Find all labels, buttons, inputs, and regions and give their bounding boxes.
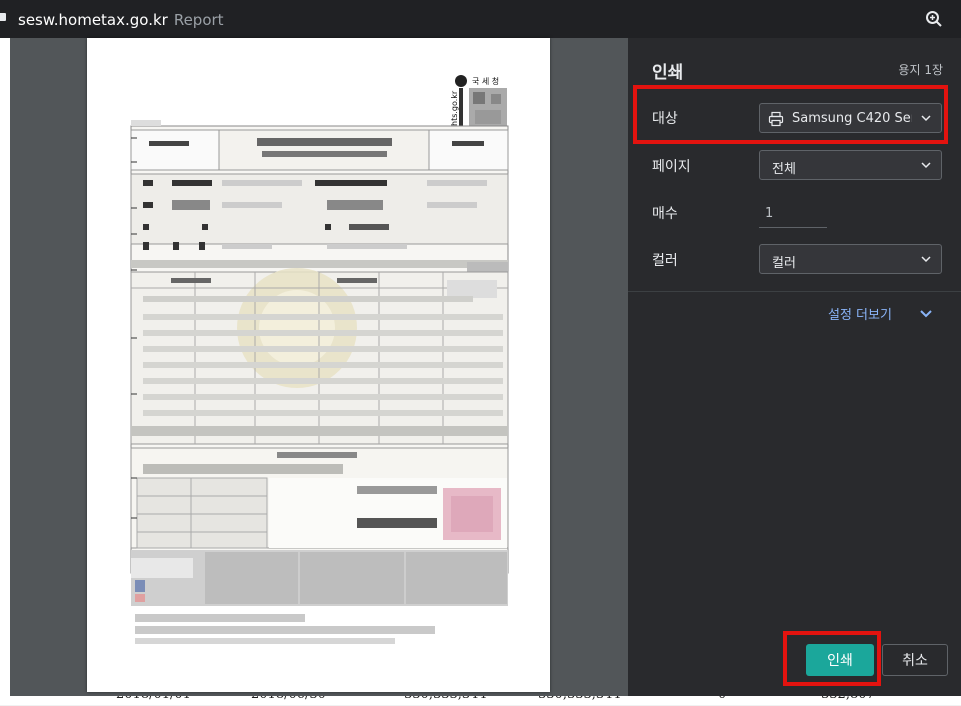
lock-icon [0,13,6,21]
destination-label: 대상 [652,111,678,127]
printer-icon [768,111,784,127]
address-text[interactable]: sesw.hometax.go.kr Report [18,11,224,29]
document-thumbnail: 국 세 청 hts.go.kr [130,75,509,644]
cancel-button[interactable]: 취소 [882,644,948,676]
print-button[interactable]: 인쇄 [806,644,874,676]
divider [628,291,961,292]
copies-value: 1 [765,206,774,221]
browser-bar: sesw.hometax.go.kr Report [0,0,961,38]
more-settings-link[interactable]: 설정 더보기 [828,304,892,323]
color-select[interactable]: 컬러 [759,244,942,274]
pages-select[interactable]: 전체 [759,150,942,180]
side-text: hts.go.kr [450,90,459,126]
zoom-icon[interactable] [925,10,943,28]
url-domain: sesw.hometax.go.kr [18,11,168,29]
destination-value: Samsung C420 Series [792,111,912,126]
expand-chevron-icon[interactable] [919,306,933,320]
color-value: 컬러 [772,256,796,271]
copies-input[interactable]: 1 [759,198,827,228]
print-settings-panel: 인쇄 용지 1장 대상 Samsung C420 Series 페이지 전체 매… [628,38,961,696]
chevron-down-icon [921,115,931,122]
pages-label: 페이지 [652,159,691,175]
chevron-down-icon [921,256,931,263]
destination-select[interactable]: Samsung C420 Series [759,103,942,133]
sheet-count: 용지 1장 [898,63,943,77]
agency-name-text: 국 세 청 [472,77,499,86]
url-path: Report [173,11,224,29]
dialog-title: 인쇄 [652,63,684,83]
pages-value: 전체 [772,162,796,177]
print-preview-page: 국 세 청 hts.go.kr [87,38,550,692]
copies-label: 매수 [652,206,678,222]
color-label: 컬러 [652,253,678,269]
chevron-down-icon [921,162,931,169]
